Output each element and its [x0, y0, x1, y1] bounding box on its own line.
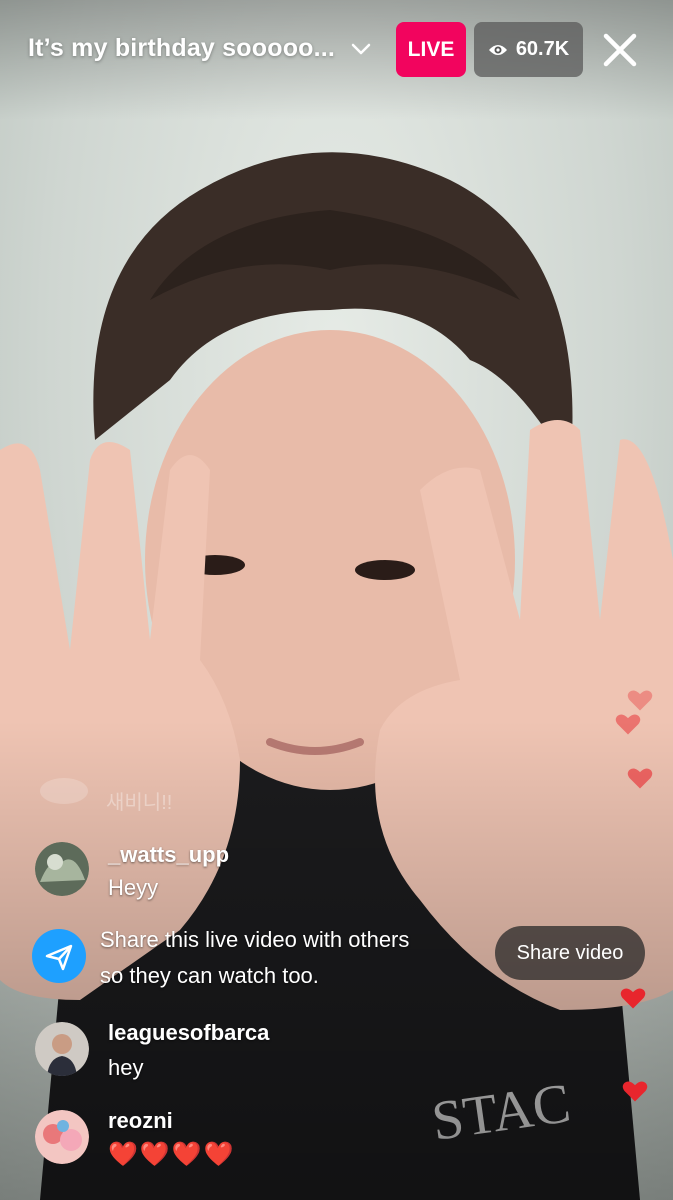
share-prompt-text: Share this live video with others so the… — [100, 922, 409, 994]
chevron-down-icon[interactable] — [350, 38, 372, 60]
faded-avatar — [40, 778, 88, 804]
floating-heart-icon — [622, 1081, 648, 1102]
comment-text: hey — [108, 1055, 144, 1080]
comment-text: Heyy — [108, 875, 159, 900]
comment-item: _watts_upp Heyy — [0, 842, 673, 902]
floating-heart-icon — [627, 768, 653, 789]
live-video-screen: STAC It’s my birthday sooooo... LIVE 60.… — [0, 0, 673, 1200]
close-icon[interactable] — [600, 30, 640, 70]
avatar[interactable] — [35, 1022, 89, 1076]
share-video-button[interactable]: Share video — [495, 926, 645, 980]
faded-comment: 새비니!! — [106, 792, 173, 814]
comment-username[interactable]: reozni — [108, 1108, 173, 1134]
comment-username[interactable]: _watts_upp — [108, 842, 229, 868]
live-badge: LIVE — [396, 22, 466, 77]
live-title[interactable]: It’s my birthday sooooo... — [28, 34, 335, 63]
floating-heart-icon — [620, 988, 646, 1009]
avatar[interactable] — [35, 842, 89, 896]
comment-text: ❤️❤️❤️❤️ — [108, 1141, 236, 1168]
live-header: It’s my birthday sooooo... LIVE 60.7K — [0, 0, 673, 100]
viewer-count: 60.7K — [515, 38, 570, 60]
avatar[interactable] — [35, 1110, 89, 1164]
comment-item: leaguesofbarca hey — [0, 1020, 673, 1080]
share-prompt-line2: so they can watch too. — [100, 963, 319, 988]
comment-username[interactable]: leaguesofbarca — [108, 1020, 269, 1046]
viewer-count-badge[interactable]: 60.7K — [474, 22, 583, 77]
comment-item: reozni — [0, 1108, 673, 1168]
paper-plane-icon — [45, 944, 73, 971]
floating-heart-icon — [615, 714, 641, 735]
share-prompt-line1: Share this live video with others — [100, 927, 410, 952]
eye-icon — [488, 44, 507, 55]
share-prompt-icon[interactable] — [32, 929, 86, 983]
